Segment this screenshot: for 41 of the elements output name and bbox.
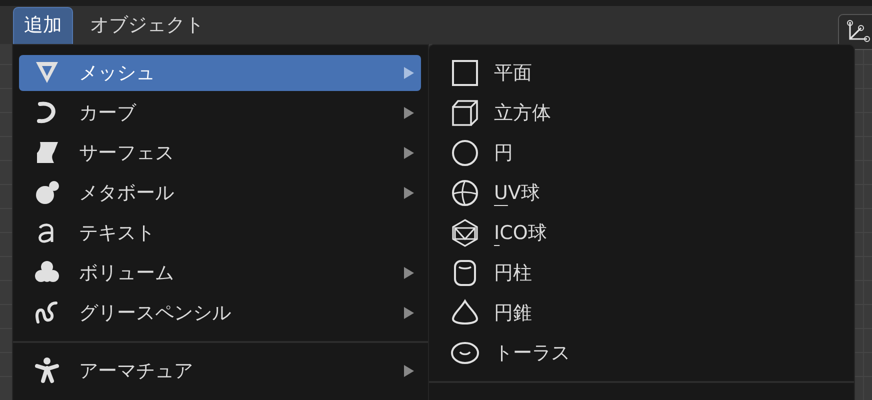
menu-item-label: 円 (494, 141, 514, 166)
menu-item-label: トーラス (494, 341, 571, 366)
menu-item-label: 円柱 (494, 261, 533, 286)
menu-item[interactable]: UV球 (435, 175, 847, 211)
menu-item-label: UV球 (494, 181, 541, 206)
menu-item[interactable]: グリースペンシル (19, 295, 421, 331)
menu-item-label: サーフェス (79, 141, 175, 166)
menu-item-label: 円錐 (494, 301, 533, 326)
menu-item[interactable]: 円錐 (435, 295, 847, 331)
menu-item[interactable]: 円 (435, 135, 847, 171)
sphere-icon (450, 178, 480, 208)
menu-item-label: 立方体 (494, 101, 552, 126)
axes-icon (845, 19, 871, 45)
menu-item[interactable]: カーブ (19, 95, 421, 131)
menu-item[interactable]: 立方体 (435, 95, 847, 131)
menu-item[interactable]: サーフェス (19, 135, 421, 171)
menu-item[interactable]: テキスト (19, 215, 421, 251)
menu-item-label: ICO球 (494, 221, 548, 246)
menu-item[interactable]: ICO球 (435, 215, 847, 251)
circle-icon (450, 138, 480, 168)
menu-item[interactable]: トーラス (435, 335, 847, 371)
menu-item-label: テキスト (79, 221, 156, 246)
square-icon (450, 58, 480, 88)
menu-item[interactable]: ボリューム (19, 255, 421, 291)
menu-item[interactable]: 円柱 (435, 255, 847, 291)
gizmo-button[interactable] (838, 14, 872, 50)
menu-item-label: アーマチュア (79, 359, 194, 384)
menu-tab[interactable]: 追加 (13, 7, 73, 44)
menu-item-label: ボリューム (79, 261, 175, 286)
cube-icon (450, 98, 480, 128)
menu-item-label: 平面 (494, 61, 533, 86)
menu-item-label: メタボール (79, 181, 175, 206)
menu-tab[interactable]: オブジェクト (79, 7, 215, 44)
menu-item[interactable]: メタボール (19, 175, 421, 211)
menu-item[interactable]: アーマチュア (19, 353, 421, 389)
menu-item-label: メッシュ (79, 61, 156, 86)
icosphere-icon (450, 218, 480, 248)
menu-item-label: グリースペンシル (79, 301, 232, 326)
menu-item-label: カーブ (79, 101, 138, 126)
menu-item[interactable]: メッシュ (19, 55, 421, 91)
menu-item[interactable]: 平面 (435, 55, 847, 91)
